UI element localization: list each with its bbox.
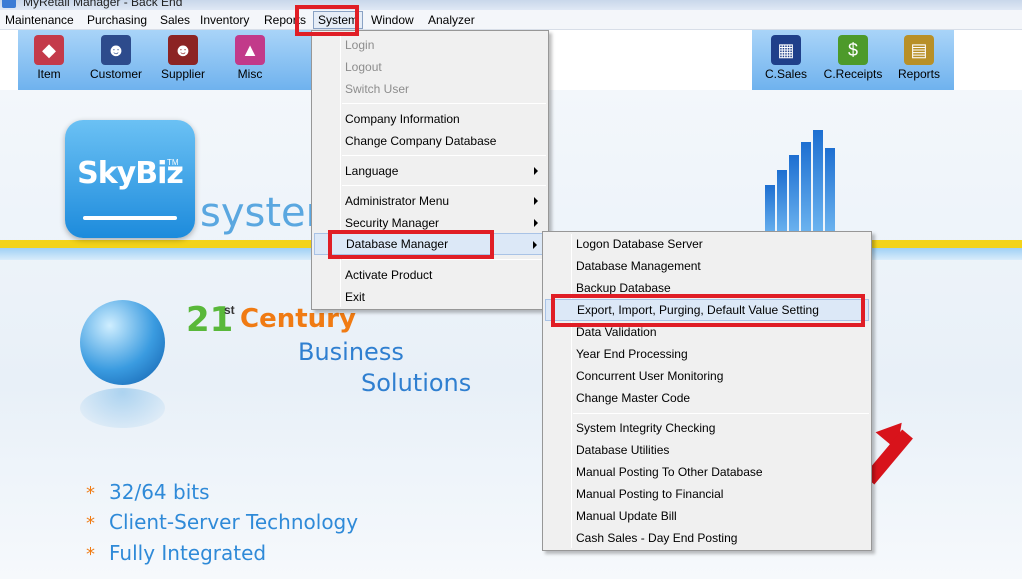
logo-underline: [83, 216, 177, 220]
menu-item-manual-posting-financial[interactable]: Manual Posting to Financial: [545, 483, 869, 505]
system-menu: Login Logout Switch User Company Informa…: [311, 30, 549, 310]
highlight-database-manager: [328, 230, 494, 259]
menu-item-database-utilities[interactable]: Database Utilities: [545, 439, 869, 461]
menu-sales[interactable]: Sales: [160, 13, 190, 27]
menu-item-manual-posting-other-database[interactable]: Manual Posting To Other Database: [545, 461, 869, 483]
submenu-arrow-icon: [533, 241, 537, 249]
cash-register-icon: ▦: [771, 35, 801, 65]
supplier-icon: ☻: [168, 35, 198, 65]
menu-item-login[interactable]: Login: [314, 34, 546, 56]
window-title: MyRetail Manager - Back End: [23, 0, 183, 9]
menu-item-language[interactable]: Language: [314, 160, 546, 182]
reports-icon: ▤: [904, 35, 934, 65]
item-icon: ◆: [34, 35, 64, 65]
slogan-st: st: [224, 303, 235, 317]
reports-button[interactable]: ▤ Reports: [884, 30, 954, 81]
title-bar: MyRetail Manager - Back End: [0, 0, 1022, 10]
menu-analyzer[interactable]: Analyzer: [428, 13, 475, 27]
toolbar-left: ◆ Item ☻ Customer ☻ Supplier ▲ Misc: [18, 30, 312, 90]
menu-item-logon-database-server[interactable]: Logon Database Server: [545, 233, 869, 255]
bullet-item: * 32/64 bits: [86, 480, 210, 504]
slogan-solutions: Solutions: [361, 369, 472, 397]
slogan-business: Business: [298, 338, 404, 366]
money-bag-icon: $: [838, 35, 868, 65]
menu-separator: [342, 185, 546, 186]
globe-reflection: [80, 388, 165, 428]
menu-separator: [342, 103, 546, 104]
menu-bar: Maintenance Purchasing Sales Inventory R…: [0, 10, 1022, 30]
item-button[interactable]: ◆ Item: [14, 30, 84, 81]
menu-inventory[interactable]: Inventory: [200, 13, 249, 27]
menu-item-activate-product[interactable]: Activate Product: [314, 264, 546, 286]
menu-item-administrator-menu[interactable]: Administrator Menu: [314, 190, 546, 212]
menu-item-exit[interactable]: Exit: [314, 286, 546, 308]
bullet-item: * Fully Integrated: [86, 541, 267, 565]
customer-button[interactable]: ☻ Customer: [81, 30, 151, 81]
menu-item-database-management[interactable]: Database Management: [545, 255, 869, 277]
menu-window[interactable]: Window: [371, 13, 414, 27]
menu-item-change-company-database[interactable]: Change Company Database: [314, 130, 546, 152]
menu-item-system-integrity-checking[interactable]: System Integrity Checking: [545, 417, 869, 439]
logo-tm: TM: [167, 158, 179, 167]
menu-item-company-information[interactable]: Company Information: [314, 108, 546, 130]
misc-button[interactable]: ▲ Misc: [215, 30, 285, 81]
app-icon: [2, 0, 16, 8]
menu-item-cash-sales-day-end-posting[interactable]: Cash Sales - Day End Posting: [545, 527, 869, 549]
database-manager-submenu: Logon Database Server Database Managemen…: [542, 231, 872, 551]
menu-item-year-end-processing[interactable]: Year End Processing: [545, 343, 869, 365]
menu-purchasing[interactable]: Purchasing: [87, 13, 147, 27]
menu-separator: [342, 155, 546, 156]
submenu-arrow-icon: [534, 219, 538, 227]
cash-receipts-button[interactable]: $ C.Receipts: [818, 30, 888, 81]
star-icon: *: [86, 544, 95, 565]
menu-item-concurrent-user-monitoring[interactable]: Concurrent User Monitoring: [545, 365, 869, 387]
menu-maintenance[interactable]: Maintenance: [5, 13, 74, 27]
menu-separator: [573, 413, 869, 414]
highlight-export-import: [551, 294, 865, 327]
skybiz-logo: SkyBiz TM: [65, 120, 195, 238]
customer-icon: ☻: [101, 35, 131, 65]
supplier-button[interactable]: ☻ Supplier: [148, 30, 218, 81]
star-icon: *: [86, 483, 95, 504]
globe-graphic: [80, 300, 165, 385]
menu-item-change-master-code[interactable]: Change Master Code: [545, 387, 869, 409]
cash-sales-button[interactable]: ▦ C.Sales: [751, 30, 821, 81]
misc-icon: ▲: [235, 35, 265, 65]
menu-item-logout[interactable]: Logout: [314, 56, 546, 78]
bullet-item: * Client-Server Technology: [86, 510, 359, 534]
bar-graphic: [765, 130, 845, 240]
menu-item-manual-update-bill[interactable]: Manual Update Bill: [545, 505, 869, 527]
highlight-system-menu: [295, 5, 359, 36]
menu-separator: [342, 259, 546, 260]
star-icon: *: [86, 513, 95, 534]
submenu-arrow-icon: [534, 197, 538, 205]
toolbar-right: ▦ C.Sales $ C.Receipts ▤ Reports: [752, 30, 954, 90]
submenu-arrow-icon: [534, 167, 538, 175]
menu-item-switch-user[interactable]: Switch User: [314, 78, 546, 100]
